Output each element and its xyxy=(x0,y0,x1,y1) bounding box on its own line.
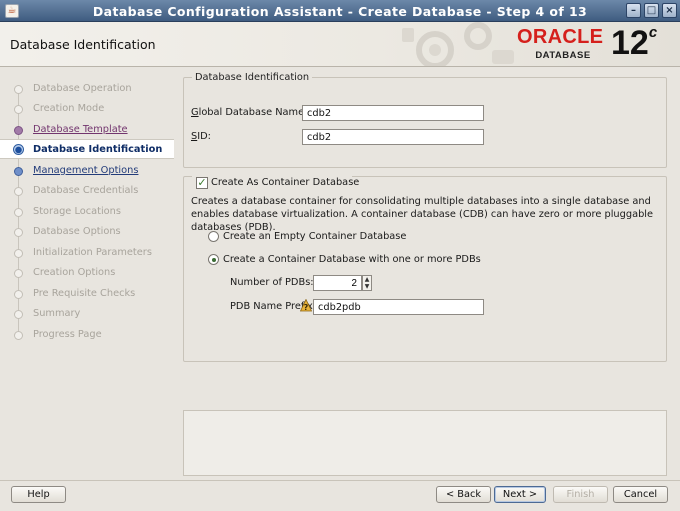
spin-down-icon[interactable]: ▼ xyxy=(363,283,371,290)
container-checkbox-label[interactable]: Create As Container Database xyxy=(211,177,359,188)
step-summary: Summary xyxy=(0,304,174,324)
version-badge: 12c xyxy=(611,24,658,62)
step-dot-icon xyxy=(14,269,23,278)
warning-hint-icon[interactable]: ? xyxy=(300,299,312,312)
current-step-icon xyxy=(13,144,24,155)
step-initialization-parameters: Initialization Parameters xyxy=(0,243,174,263)
identification-legend: Database Identification xyxy=(195,72,310,83)
container-description: Creates a database container for consoli… xyxy=(191,196,654,233)
maximize-icon[interactable]: □ xyxy=(644,3,659,18)
empty-container-radio-label[interactable]: Create an Empty Container Database xyxy=(223,231,406,242)
back-button[interactable]: < Back xyxy=(436,486,491,503)
steps-sidebar: Database Operation Creation Mode Databas… xyxy=(0,68,174,468)
step-dot-icon xyxy=(14,105,23,114)
sid-label: SID: xyxy=(191,131,211,142)
finish-button[interactable]: Finish xyxy=(553,486,608,503)
step-database-operation: Database Operation xyxy=(0,79,174,99)
step-dot-icon xyxy=(14,208,23,217)
sid-input[interactable] xyxy=(302,129,484,145)
step-dot-icon xyxy=(14,310,23,319)
svg-text:?: ? xyxy=(304,303,309,312)
step-dot-icon xyxy=(14,167,23,176)
num-pdbs-input[interactable] xyxy=(313,275,362,291)
next-button[interactable]: Next > xyxy=(494,486,546,503)
step-storage-locations: Storage Locations xyxy=(0,202,174,222)
help-button[interactable]: Help xyxy=(11,486,66,503)
step-prerequisite-checks: Pre Requisite Checks xyxy=(0,284,174,304)
global-name-label: Global Database Name: xyxy=(191,107,308,118)
step-database-options: Database Options xyxy=(0,222,174,242)
cancel-button[interactable]: Cancel xyxy=(613,486,668,503)
num-pdbs-spinner[interactable]: ▲ ▼ xyxy=(362,275,372,291)
step-dot-icon xyxy=(14,126,23,135)
step-creation-options: Creation Options xyxy=(0,263,174,283)
step-dot-icon xyxy=(14,228,23,237)
container-checkbox[interactable]: ✓ xyxy=(196,177,208,189)
step-dot-icon xyxy=(14,290,23,299)
spin-up-icon[interactable]: ▲ xyxy=(363,276,371,283)
page-title: Database Identification xyxy=(10,37,156,52)
step-database-template[interactable]: Database Template xyxy=(0,120,174,140)
window-titlebar[interactable]: ☕ Database Configuration Assistant - Cre… xyxy=(0,0,680,22)
step-dot-icon xyxy=(14,249,23,258)
step-progress-page: Progress Page xyxy=(0,325,174,345)
step-management-options[interactable]: Management Options xyxy=(0,161,174,181)
global-name-input[interactable] xyxy=(302,105,484,121)
window-title: Database Configuration Assistant - Creat… xyxy=(92,4,588,19)
step-database-credentials: Database Credentials xyxy=(0,181,174,201)
close-icon[interactable]: × xyxy=(662,3,677,18)
step-dot-icon xyxy=(14,85,23,94)
gears-decoration-icon xyxy=(402,22,514,66)
num-pdbs-label: Number of PDBs: xyxy=(230,277,314,288)
pdb-prefix-input[interactable] xyxy=(313,299,484,315)
step-dot-icon xyxy=(14,331,23,340)
with-pdbs-radio-label[interactable]: Create a Container Database with one or … xyxy=(223,254,481,265)
message-panel xyxy=(183,410,667,476)
footer-divider xyxy=(0,480,680,481)
empty-container-radio[interactable] xyxy=(208,231,219,242)
oracle-logo: ORACLE DATABASE xyxy=(517,26,604,61)
step-creation-mode: Creation Mode xyxy=(0,99,174,119)
step-dot-icon xyxy=(14,187,23,196)
page-header: Database Identification ORACLE DATABASE … xyxy=(0,22,680,67)
minimize-icon[interactable]: – xyxy=(626,3,641,18)
step-database-identification[interactable]: Database Identification xyxy=(0,139,174,159)
with-pdbs-radio[interactable] xyxy=(208,254,219,265)
